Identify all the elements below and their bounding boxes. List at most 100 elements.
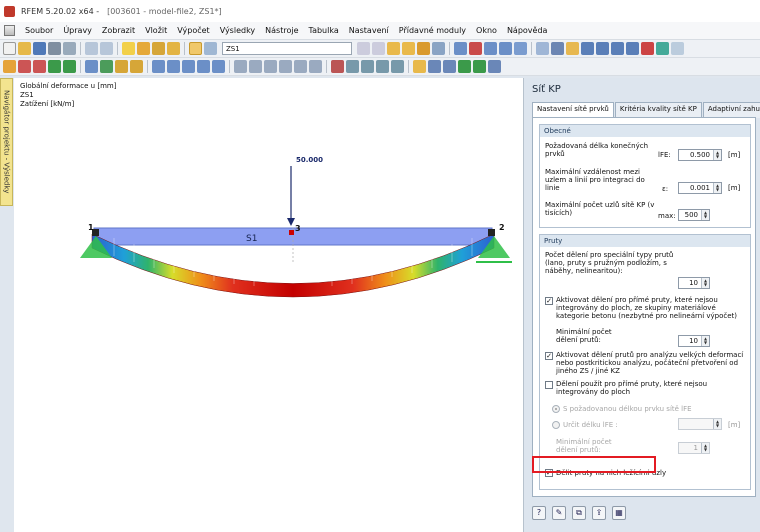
print-icon[interactable] — [48, 42, 61, 55]
min-division-2-input[interactable]: 1 ▲ ▼ — [678, 442, 710, 454]
menu-pridavne-moduly[interactable]: Přídavné moduly — [394, 26, 471, 35]
help-icon[interactable]: ? — [532, 506, 546, 520]
define-length-input[interactable]: ▲ ▼ — [678, 418, 722, 430]
tab-mesh-quality[interactable]: Kritéria kvality sítě KP — [614, 102, 702, 118]
lock-icon[interactable] — [413, 60, 426, 73]
zoom-icon[interactable] — [454, 42, 467, 55]
dimension-icon[interactable] — [443, 60, 456, 73]
spin-arrows-icon[interactable]: ▲ ▼ — [701, 210, 709, 220]
max-distance-input[interactable]: 0.001 ▲ ▼ — [678, 182, 722, 194]
connect-icon[interactable] — [212, 60, 225, 73]
numbering-icon[interactable] — [249, 60, 262, 73]
open-file-icon[interactable] — [18, 42, 31, 55]
more-icon[interactable] — [671, 42, 684, 55]
grid-icon[interactable] — [536, 42, 549, 55]
show-results-icon[interactable] — [189, 42, 202, 55]
side-view-icon[interactable] — [626, 42, 639, 55]
deformation-icon[interactable] — [387, 42, 400, 55]
surface-icon[interactable] — [48, 60, 61, 73]
spin-arrows-icon[interactable]: ▲ ▼ — [713, 419, 721, 429]
copy-icon[interactable] — [152, 60, 165, 73]
display-icon[interactable] — [234, 60, 247, 73]
menu-zobrazit[interactable]: Zobrazit — [97, 26, 140, 35]
section-icon[interactable] — [279, 60, 292, 73]
max-nodes-input[interactable]: 500 ▲ ▼ — [678, 209, 710, 221]
menu-vypocet[interactable]: Výpočet — [172, 26, 214, 35]
wire-icon[interactable] — [551, 42, 564, 55]
delete-icon[interactable] — [331, 60, 344, 73]
node-3[interactable] — [289, 230, 294, 235]
redo-icon[interactable] — [100, 42, 113, 55]
tab-adaptive-refinement[interactable]: Adaptivní zahuštění sít — [702, 102, 760, 118]
rotate-icon[interactable] — [499, 42, 512, 55]
table-icon[interactable] — [204, 42, 217, 55]
mesh-icon[interactable] — [361, 60, 374, 73]
menu-nastroje[interactable]: Nástroje — [260, 26, 303, 35]
concrete-division-checkbox[interactable]: ✓ — [545, 297, 553, 305]
support-reactions-icon[interactable] — [417, 42, 430, 55]
render-icon[interactable] — [566, 42, 579, 55]
filter-icon[interactable] — [656, 42, 669, 55]
settings-icon[interactable] — [488, 60, 501, 73]
save-icon[interactable] — [33, 42, 46, 55]
node-2[interactable] — [488, 229, 495, 236]
next-loadcase-icon[interactable] — [372, 42, 385, 55]
member-icon[interactable] — [33, 60, 46, 73]
report-icon[interactable] — [167, 42, 180, 55]
hinge-icon[interactable] — [100, 60, 113, 73]
node-icon[interactable] — [3, 60, 16, 73]
measure-icon[interactable] — [641, 42, 654, 55]
copy-icon[interactable]: ⧉ — [572, 506, 586, 520]
move-icon[interactable] — [167, 60, 180, 73]
straight-members-checkbox[interactable] — [545, 381, 553, 389]
spin-arrows-icon[interactable]: ▲ ▼ — [701, 278, 709, 288]
results-diagram-icon[interactable] — [294, 60, 307, 73]
top-view-icon[interactable] — [611, 42, 624, 55]
edit-icon[interactable]: ✎ — [552, 506, 566, 520]
division-special-input[interactable]: 10 ▲ ▼ — [678, 277, 710, 289]
load-icon[interactable] — [115, 60, 128, 73]
check-icon[interactable] — [152, 42, 165, 55]
large-deformation-checkbox[interactable]: ✓ — [545, 352, 553, 360]
spin-arrows-icon[interactable]: ▲ ▼ — [713, 150, 721, 160]
menu-napoveda[interactable]: Nápověda — [502, 26, 553, 35]
internal-forces-icon[interactable] — [402, 42, 415, 55]
guide-icon[interactable] — [458, 60, 471, 73]
fe-length-input[interactable]: 0.500 ▲ ▼ — [678, 149, 722, 161]
animation-icon[interactable] — [432, 42, 445, 55]
radio-define-length[interactable] — [552, 421, 560, 429]
menu-vysledky[interactable]: Výsledky — [215, 26, 260, 35]
results-icon[interactable] — [137, 42, 150, 55]
support-icon[interactable] — [85, 60, 98, 73]
calculate-icon[interactable] — [122, 42, 135, 55]
undo-icon[interactable] — [85, 42, 98, 55]
generate-icon[interactable] — [376, 60, 389, 73]
export-icon[interactable]: ⇪ — [592, 506, 606, 520]
iso-view-icon[interactable] — [581, 42, 594, 55]
check-model-icon[interactable] — [346, 60, 359, 73]
table-icon[interactable]: ▦ — [612, 506, 626, 520]
menu-nastaveni[interactable]: Nastavení — [344, 26, 394, 35]
layer-icon[interactable] — [391, 60, 404, 73]
values-icon[interactable] — [264, 60, 277, 73]
loadcase-select[interactable]: ZS1 — [222, 42, 352, 55]
spin-arrows-icon[interactable]: ▲ ▼ — [701, 336, 709, 346]
solid-icon[interactable] — [63, 60, 76, 73]
snap-icon[interactable] — [473, 60, 486, 73]
pan-icon[interactable] — [484, 42, 497, 55]
previous-loadcase-icon[interactable] — [357, 42, 370, 55]
axis-icon[interactable] — [428, 60, 441, 73]
front-view-icon[interactable] — [596, 42, 609, 55]
menu-vlozit[interactable]: Vložit — [140, 26, 172, 35]
divide-icon[interactable] — [197, 60, 210, 73]
new-file-icon[interactable] — [3, 42, 16, 55]
menu-okno[interactable]: Okno — [471, 26, 502, 35]
view-icon[interactable] — [514, 42, 527, 55]
member-load-icon[interactable] — [130, 60, 143, 73]
graphics-viewport[interactable]: Globální deformace u [mm] ZS1 Zatížení [… — [14, 78, 524, 532]
select-icon[interactable] — [469, 42, 482, 55]
window-menu-icon[interactable] — [4, 25, 15, 36]
menu-upravy[interactable]: Úpravy — [58, 26, 97, 35]
radio-required-length[interactable] — [552, 405, 560, 413]
smooth-icon[interactable] — [309, 60, 322, 73]
